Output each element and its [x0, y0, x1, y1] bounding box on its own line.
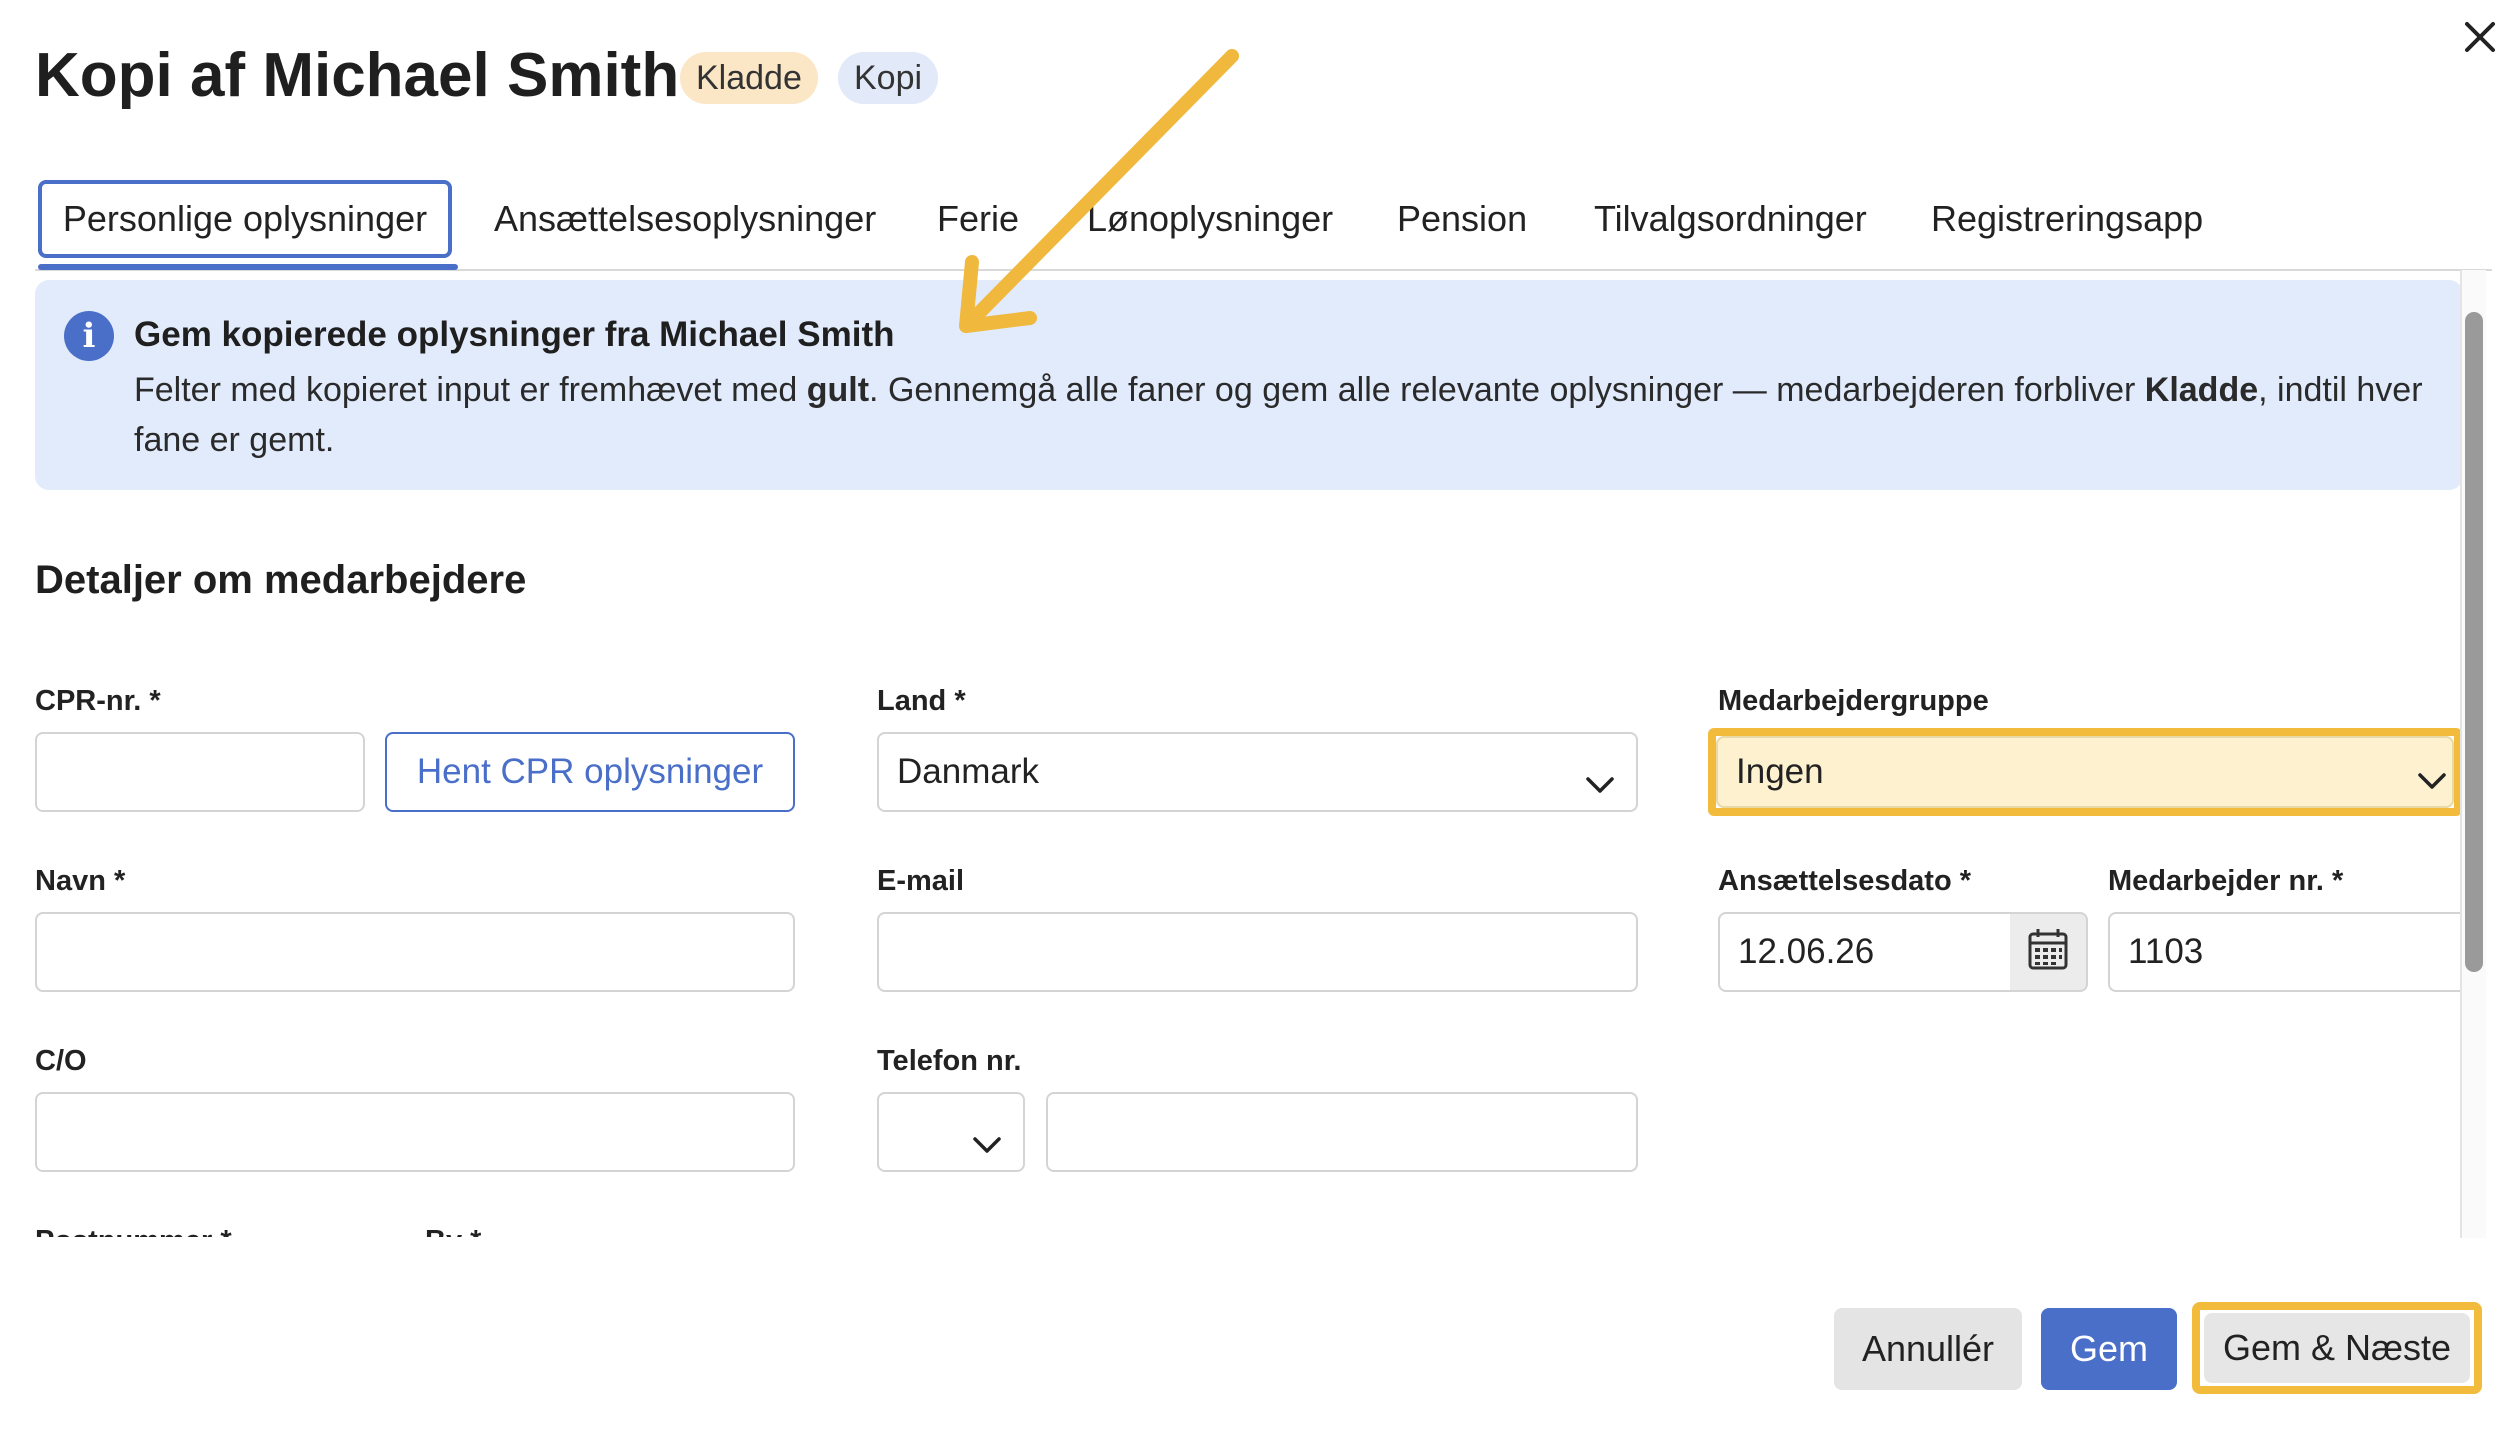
calendar-icon	[2028, 929, 2068, 970]
email-label: E-mail	[877, 865, 965, 897]
active-tab-indicator	[38, 264, 458, 270]
cpr-input[interactable]	[35, 732, 365, 812]
email-input[interactable]	[877, 912, 1638, 992]
tab-registreringsapp[interactable]: Registreringsapp	[1931, 180, 2203, 258]
medarbejdergruppe-select[interactable]: Ingen	[1716, 736, 2454, 808]
tab-ferie[interactable]: Ferie	[937, 180, 1019, 258]
save-and-next-button[interactable]: Gem & Næste	[2204, 1313, 2470, 1383]
telefon-input[interactable]	[1046, 1092, 1638, 1172]
telefon-prefix-select[interactable]	[877, 1092, 1025, 1172]
tab-loenoplysninger[interactable]: Lønoplysninger	[1087, 180, 1333, 258]
calendar-button[interactable]	[2010, 912, 2088, 992]
scrollbar-thumb[interactable]	[2465, 312, 2483, 972]
status-badge-copy: Kopi	[838, 52, 939, 104]
info-icon: i	[64, 311, 114, 361]
land-value: Danmark	[897, 752, 1039, 791]
chevron-down-icon	[1582, 754, 1618, 793]
cpr-label: CPR-nr. *	[35, 685, 161, 717]
banner-title: Gem kopierede oplysninger fra Michael Sm…	[134, 315, 895, 354]
ansaettelsesdato-label: Ansættelsesdato *	[1718, 865, 1972, 897]
fetch-cpr-button[interactable]: Hent CPR oplysninger	[385, 732, 795, 812]
tab-personlige-oplysninger[interactable]: Personlige oplysninger	[38, 180, 452, 258]
tab-pension[interactable]: Pension	[1397, 180, 1527, 258]
medarbejdergruppe-value: Ingen	[1736, 752, 1824, 791]
tab-tilvalgsordninger[interactable]: Tilvalgsordninger	[1594, 180, 1867, 258]
postnummer-label: Postnummer *	[35, 1225, 232, 1237]
medarbejdergruppe-label: Medarbejdergruppe	[1718, 685, 1989, 717]
telefon-label: Telefon nr.	[877, 1045, 1022, 1077]
navn-input[interactable]	[35, 912, 795, 992]
chevron-down-icon	[2414, 754, 2450, 790]
land-select[interactable]: Danmark	[877, 732, 1638, 812]
chevron-down-icon	[969, 1114, 1005, 1153]
tab-ansaettelsesoplysninger[interactable]: Ansættelsesoplysninger	[494, 180, 876, 258]
navn-label: Navn *	[35, 865, 126, 897]
co-label: C/O	[35, 1045, 87, 1077]
section-title: Detaljer om medarbejdere	[35, 558, 527, 602]
land-label: Land *	[877, 685, 966, 717]
by-label: By *	[425, 1225, 481, 1237]
medarbejder-nr-label: Medarbejder nr. *	[2108, 865, 2344, 897]
banner-text: Felter med kopieret input er fremhævet m…	[134, 371, 2423, 459]
ansaettelsesdato-input[interactable]: 12.06.26	[1718, 912, 2012, 992]
status-badge-draft: Kladde	[680, 52, 818, 104]
medarbejder-nr-input[interactable]: 1103	[2108, 912, 2460, 992]
page-title: Kopi af Michael Smith	[35, 41, 680, 110]
co-input[interactable]	[35, 1092, 795, 1172]
cancel-button[interactable]: Annullér	[1834, 1308, 2022, 1390]
save-button[interactable]: Gem	[2041, 1308, 2177, 1390]
close-icon[interactable]	[2457, 14, 2502, 60]
